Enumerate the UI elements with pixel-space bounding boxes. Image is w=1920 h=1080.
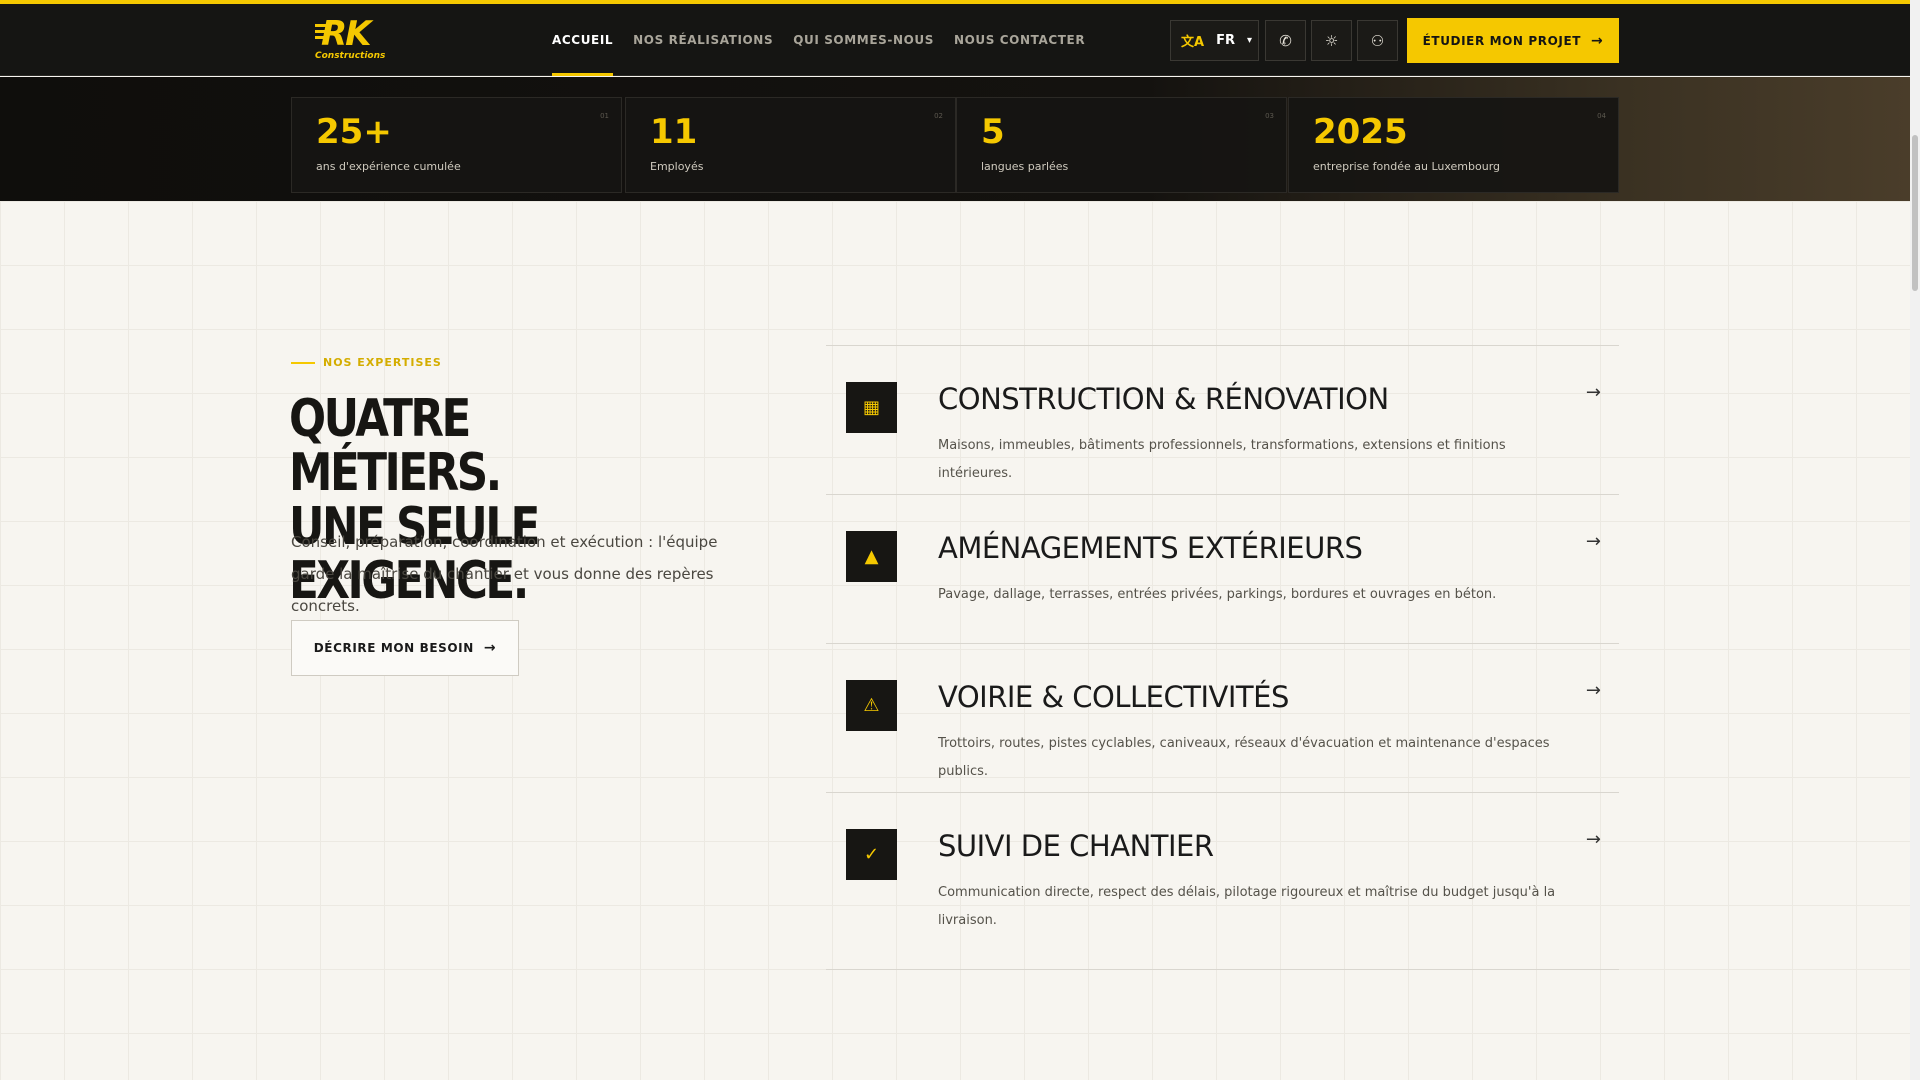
describe-need-button[interactable]: DÉCRIRE MON BESOIN → (291, 620, 519, 676)
service-item[interactable]: ▲ AMÉNAGEMENTS EXTÉRIEURS Pavage, dallag… (826, 494, 1619, 643)
arrow-right-icon: → (483, 640, 497, 656)
nav-item-qui-sommes-nous[interactable]: QUI SOMMES-NOUS (793, 4, 934, 76)
study-project-button[interactable]: ÉTUDIER MON PROJET → (1407, 18, 1619, 63)
stat-label: langues parlées (981, 160, 1069, 173)
arrow-right-icon[interactable]: → (1586, 531, 1601, 552)
stat-index: 01 (600, 112, 609, 120)
nav-item-contact[interactable]: NOUS CONTACTER (954, 4, 1085, 76)
describe-need-label: DÉCRIRE MON BESOIN (313, 641, 474, 655)
nav-item-accueil[interactable]: ACCUEIL (552, 4, 614, 76)
section-intro: Conseil, préparation, coordination et ex… (291, 533, 718, 615)
cta-label: ÉTUDIER MON PROJET (1422, 33, 1582, 48)
stat-label: ans d'expérience cumulée (316, 160, 461, 173)
service-title: CONSTRUCTION & RÉNOVATION (938, 382, 1389, 416)
section-eyebrow: NOS EXPERTISES (291, 356, 442, 369)
stat-index: 03 (1265, 112, 1274, 120)
language-value: FR (1216, 33, 1235, 48)
arrow-right-icon[interactable]: → (1586, 680, 1601, 701)
stat-label: entreprise fondée au Luxembourg (1313, 160, 1501, 173)
service-description: Pavage, dallage, terrasses, entrées priv… (938, 587, 1497, 602)
stat-index: 02 (934, 112, 943, 120)
service-title: VOIRIE & COLLECTIVITÉS (938, 680, 1289, 714)
logo-subtext: Constructions (315, 51, 386, 61)
eyebrow-line (291, 361, 315, 364)
arrow-right-icon: → (1591, 32, 1604, 49)
service-description: Trottoirs, routes, pistes cyclables, can… (938, 736, 1550, 779)
logo[interactable]: RK Constructions (315, 14, 385, 64)
arrow-right-icon[interactable]: → (1586, 829, 1601, 850)
translate-icon: 文A (1181, 35, 1205, 50)
stat-value: 2025 (1313, 112, 1408, 152)
stat-value: 25+ (316, 112, 392, 152)
user-icon: ⚇ (1370, 31, 1385, 50)
page-scrollbar[interactable] (1910, 0, 1920, 1080)
stat-card: 5 langues parlées 03 (956, 97, 1287, 193)
stat-card: 25+ ans d'expérience cumulée 01 (291, 97, 622, 193)
theme-toggle-button[interactable]: ☼ (1311, 20, 1352, 61)
stat-card: 11 Employés 02 (625, 97, 956, 193)
nav-item-realisations[interactable]: NOS RÉALISATIONS (633, 4, 773, 76)
site-header: RK Constructions ACCUEIL NOS RÉALISATION… (0, 4, 1910, 76)
service-item[interactable]: ▦ CONSTRUCTION & RÉNOVATION Maisons, imm… (826, 345, 1619, 494)
service-description: Communication directe, respect des délai… (938, 885, 1556, 928)
stat-label: Employés (650, 160, 704, 173)
account-button[interactable]: ⚇ (1357, 20, 1398, 61)
service-item[interactable]: ⚠ VOIRIE & COLLECTIVITÉS Trottoirs, rout… (826, 643, 1619, 792)
tree-icon: ▲ (846, 531, 897, 582)
phone-icon: ✆ (1279, 31, 1292, 50)
logo-wordmark: RK (321, 14, 372, 54)
stat-card: 2025 entreprise fondée au Luxembourg 04 (1288, 97, 1619, 193)
services-list: ▦ CONSTRUCTION & RÉNOVATION Maisons, imm… (826, 345, 1619, 970)
scrollbar-thumb[interactable] (1912, 135, 1918, 291)
service-description: Maisons, immeubles, bâtiments profession… (938, 438, 1506, 481)
warning-icon: ⚠ (846, 680, 897, 731)
service-item[interactable]: ✓ SUIVI DE CHANTIER Communication direct… (826, 792, 1619, 970)
phone-button[interactable]: ✆ (1265, 20, 1306, 61)
stat-value: 11 (650, 112, 698, 152)
sun-icon: ☼ (1324, 31, 1339, 50)
headline-line-1: QUATRE MÉTIERS. (289, 389, 502, 503)
shield-check-icon: ✓ (846, 829, 897, 880)
service-title: AMÉNAGEMENTS EXTÉRIEURS (938, 531, 1363, 565)
building-icon: ▦ (846, 382, 897, 433)
stat-value: 5 (981, 112, 1005, 152)
stat-index: 04 (1597, 112, 1606, 120)
arrow-right-icon[interactable]: → (1586, 382, 1601, 403)
service-title: SUIVI DE CHANTIER (938, 829, 1214, 863)
eyebrow-label: NOS EXPERTISES (323, 356, 442, 369)
language-select[interactable]: 文A FR ▾ (1170, 20, 1259, 61)
main-nav: ACCUEIL NOS RÉALISATIONS QUI SOMMES-NOUS… (552, 4, 1105, 76)
chevron-down-icon: ▾ (1246, 35, 1252, 46)
